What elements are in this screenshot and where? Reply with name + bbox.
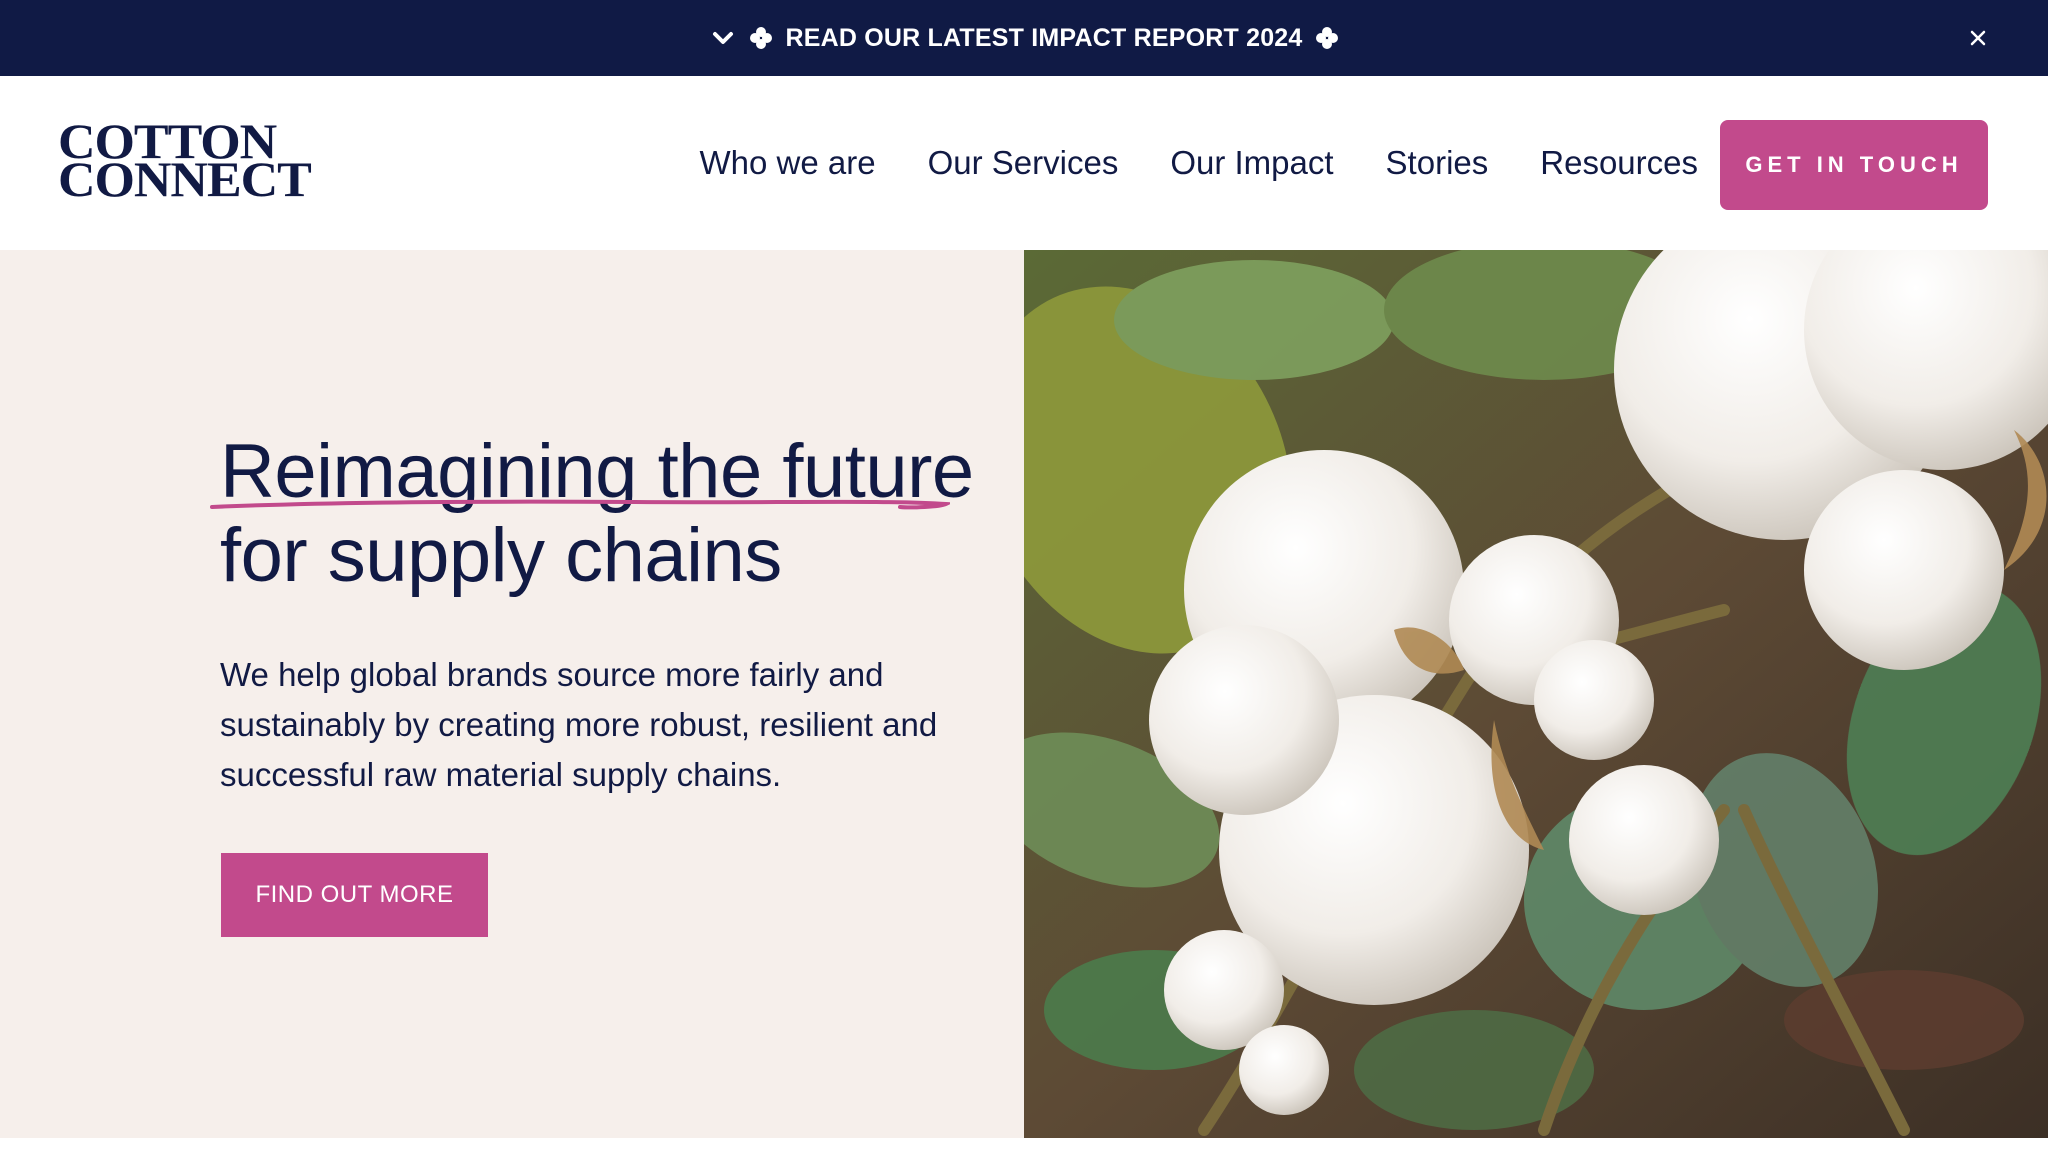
chevron-down-icon[interactable] [709, 24, 737, 52]
bottom-divider [0, 1138, 2048, 1152]
clover-icon [749, 26, 773, 50]
cotton-plant-photo [1024, 250, 2048, 1138]
hero-text-panel: Reimagining the future for supply chains… [0, 250, 1024, 1138]
get-in-touch-button[interactable]: GET IN TOUCH [1720, 120, 1988, 210]
find-out-more-button[interactable]: FIND OUT MORE [221, 853, 488, 937]
logo-line2: CONNECT [58, 151, 312, 207]
hero-headline-line2: for supply chains [220, 513, 782, 598]
announcement-bar: READ OUR LATEST IMPACT REPORT 2024 [0, 0, 2048, 76]
close-icon [1970, 30, 1986, 46]
logo[interactable]: COTTON CONNECT [58, 116, 348, 206]
nav-our-impact[interactable]: Our Impact [1170, 144, 1333, 182]
headline-underline [210, 499, 950, 510]
announcement-text[interactable]: READ OUR LATEST IMPACT REPORT 2024 [785, 24, 1302, 53]
site-header: COTTON CONNECT Who we are Our Services O… [0, 76, 2048, 250]
nav-resources[interactable]: Resources [1540, 144, 1698, 182]
nav-our-services[interactable]: Our Services [928, 144, 1119, 182]
main-nav: Who we are Our Services Our Impact Stori… [700, 76, 1698, 250]
announcement-link[interactable]: READ OUR LATEST IMPACT REPORT 2024 [709, 24, 1338, 53]
nav-stories[interactable]: Stories [1386, 144, 1489, 182]
hero-image [1024, 250, 2048, 1138]
hero-description: We help global brands source more fairly… [220, 656, 938, 793]
clover-icon [1315, 26, 1339, 50]
close-announcement-button[interactable] [1962, 22, 1994, 54]
nav-who-we-are[interactable]: Who we are [700, 144, 876, 182]
hero-headline: Reimagining the future for supply chains [220, 430, 980, 598]
